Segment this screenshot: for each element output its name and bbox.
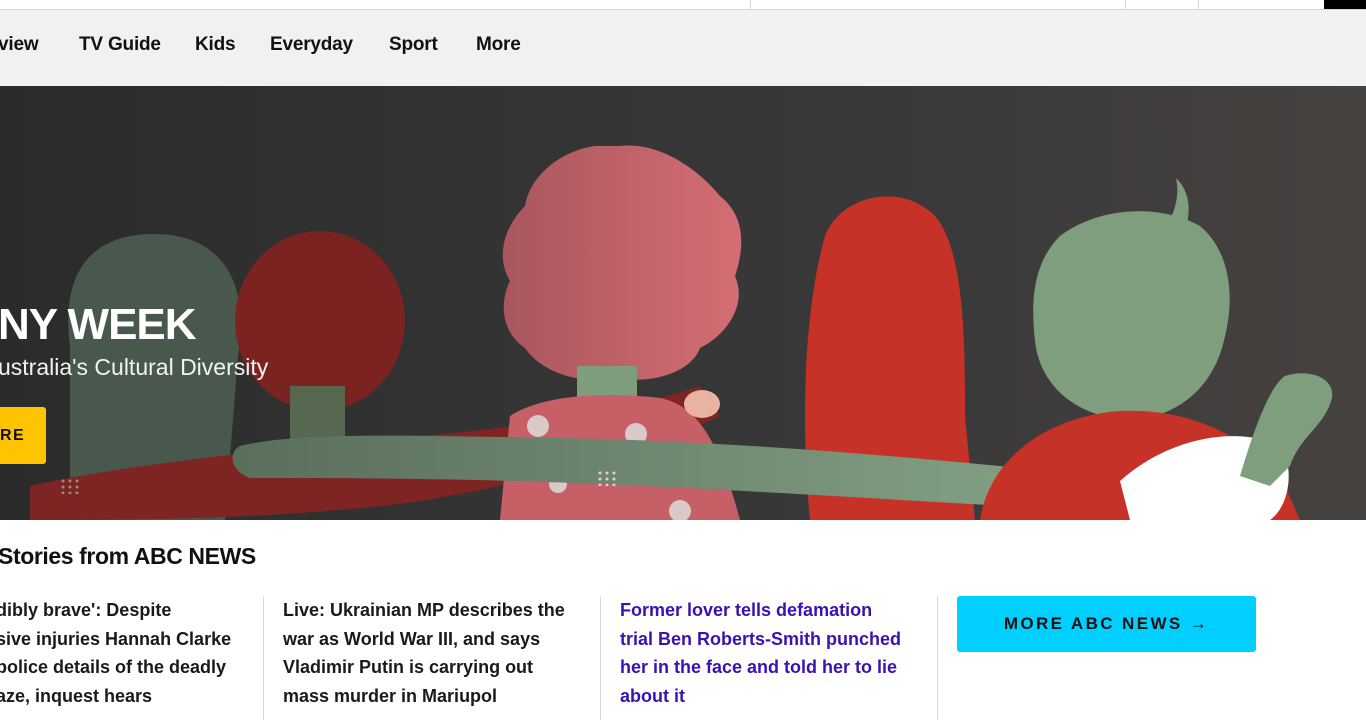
hero-title: NY WEEK: [0, 300, 197, 349]
nav-item-iview[interactable]: view: [0, 34, 39, 56]
story-line: war as World War III, and says: [283, 628, 541, 649]
nav-item-everyday[interactable]: Everyday: [270, 34, 353, 56]
nav-item-more[interactable]: More: [476, 34, 521, 56]
story-link-1[interactable]: dibly brave': Despite sive injuries Hann…: [0, 596, 246, 710]
story-line: dibly brave': Despite: [0, 600, 172, 620]
hero-cta-button[interactable]: RE: [0, 407, 46, 464]
top-utility-bar: [0, 0, 1366, 10]
header-divider: [1125, 0, 1126, 9]
hero-illustration: [30, 145, 1333, 520]
search-box-edge[interactable]: [750, 0, 751, 9]
story-line: sive injuries Hannah Clarke: [0, 628, 232, 649]
main-nav: view TV Guide Kids Everyday Sport More: [0, 10, 1366, 86]
story-line: trial Ben Roberts-Smith punched: [620, 628, 902, 649]
grip-dots-icon: [61, 479, 79, 494]
story-line: her in the face and told her to lie: [620, 657, 898, 677]
story-line: Vladimir Putin is carrying out: [283, 657, 534, 677]
nav-item-tv-guide[interactable]: TV Guide: [79, 34, 161, 56]
menu-button[interactable]: [1324, 0, 1366, 9]
story-divider: [263, 596, 264, 720]
figure-maroon-head: [235, 231, 405, 411]
story-divider: [600, 596, 601, 720]
story-line: about it: [620, 685, 685, 706]
figure-green-head: [1033, 211, 1230, 421]
story-line: mass murder in Mariupol: [283, 685, 498, 706]
grip-dots-icon: [598, 471, 616, 486]
story-divider: [937, 596, 938, 720]
story-line: Live: Ukrainian MP describes the: [283, 600, 565, 620]
story-link-2[interactable]: Live: Ukrainian MP describes the war as …: [283, 596, 583, 710]
nav-item-kids[interactable]: Kids: [195, 34, 236, 56]
story-line: aze, inquest hears: [0, 685, 153, 706]
hero-banner[interactable]: NY WEEK ustralia's Cultural Diversity RE: [0, 86, 1366, 520]
story-link-3[interactable]: Former lover tells defamation trial Ben …: [620, 596, 920, 710]
nav-item-sport[interactable]: Sport: [389, 34, 438, 56]
figure-pink-afro: [502, 145, 742, 380]
story-line: Former lover tells defamation: [620, 600, 873, 620]
header-divider: [1198, 0, 1199, 9]
hero-cta-label: RE: [0, 427, 26, 444]
story-line: police details of the deadly: [0, 657, 227, 677]
more-abc-news-button[interactable]: MORE ABC NEWS →: [957, 596, 1256, 652]
hero-subtitle: ustralia's Cultural Diversity: [0, 354, 269, 380]
figure-raised-arm: [1240, 373, 1333, 486]
section-title: Stories from ABC NEWS: [0, 543, 256, 569]
